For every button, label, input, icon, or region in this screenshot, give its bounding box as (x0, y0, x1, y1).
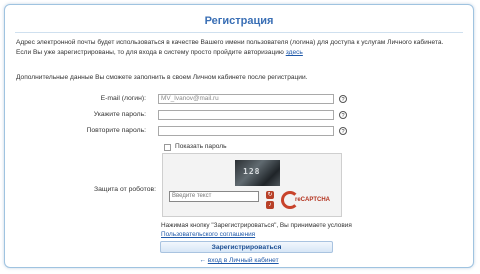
user-agreement-link[interactable]: Пользовательского соглашения (161, 231, 255, 238)
title-divider (15, 32, 463, 33)
agreement-body: Нажимая кнопку "Зарегистрироваться", Вы … (161, 222, 352, 229)
email-help-icon[interactable]: ? (339, 95, 347, 103)
email-label: E-mail (логин): (100, 95, 146, 102)
intro-body: Адрес электронной почты будет использова… (16, 39, 444, 56)
captcha-widget: 128 Введите текст ↻ ♪ reCAPTCHA (162, 153, 342, 217)
email-field[interactable]: MV_Ivanov@mail.ru (158, 94, 334, 104)
captcha-input[interactable]: Введите текст (169, 191, 259, 202)
password-repeat-help-icon[interactable]: ? (339, 127, 347, 135)
page-title: Регистрация (204, 15, 274, 27)
password-label: Укажите пароль: (93, 111, 146, 118)
login-here-link[interactable]: здесь (286, 49, 303, 56)
intro-text: Адрес электронной почты будет использова… (16, 38, 456, 58)
audio-icon[interactable]: ♪ (266, 201, 274, 209)
back-to-login-link[interactable]: ← вход в Личный кабинет (5, 257, 473, 264)
recaptcha-logo: reCAPTCHA (281, 190, 331, 212)
password-help-icon[interactable]: ? (339, 111, 347, 119)
back-link-text[interactable]: вход в Личный кабинет (208, 257, 279, 264)
password-repeat-field[interactable] (158, 126, 334, 136)
extra-note: Дополнительные данные Вы сможете заполни… (16, 74, 308, 81)
show-password-label: Показать пароль (175, 143, 227, 150)
captcha-placeholder: Введите текст (172, 193, 212, 199)
captcha-image: 128 (235, 160, 280, 186)
recaptcha-logo-text: reCAPTCHA (295, 197, 331, 203)
agreement-text: Нажимая кнопку "Зарегистрироваться", Вы … (161, 221, 361, 239)
register-button[interactable]: Зарегистрироваться (160, 241, 333, 253)
refresh-icon[interactable]: ↻ (266, 191, 274, 199)
registration-panel: Регистрация Адрес электронной почты буде… (4, 4, 474, 268)
captcha-image-text: 128 (243, 167, 261, 176)
show-password-checkbox[interactable] (164, 144, 171, 151)
password-repeat-label: Повторите пароль: (86, 127, 147, 134)
captcha-label: Защита от роботов: (93, 186, 156, 193)
back-arrow-icon: ← (199, 257, 206, 264)
password-field[interactable] (158, 110, 334, 120)
